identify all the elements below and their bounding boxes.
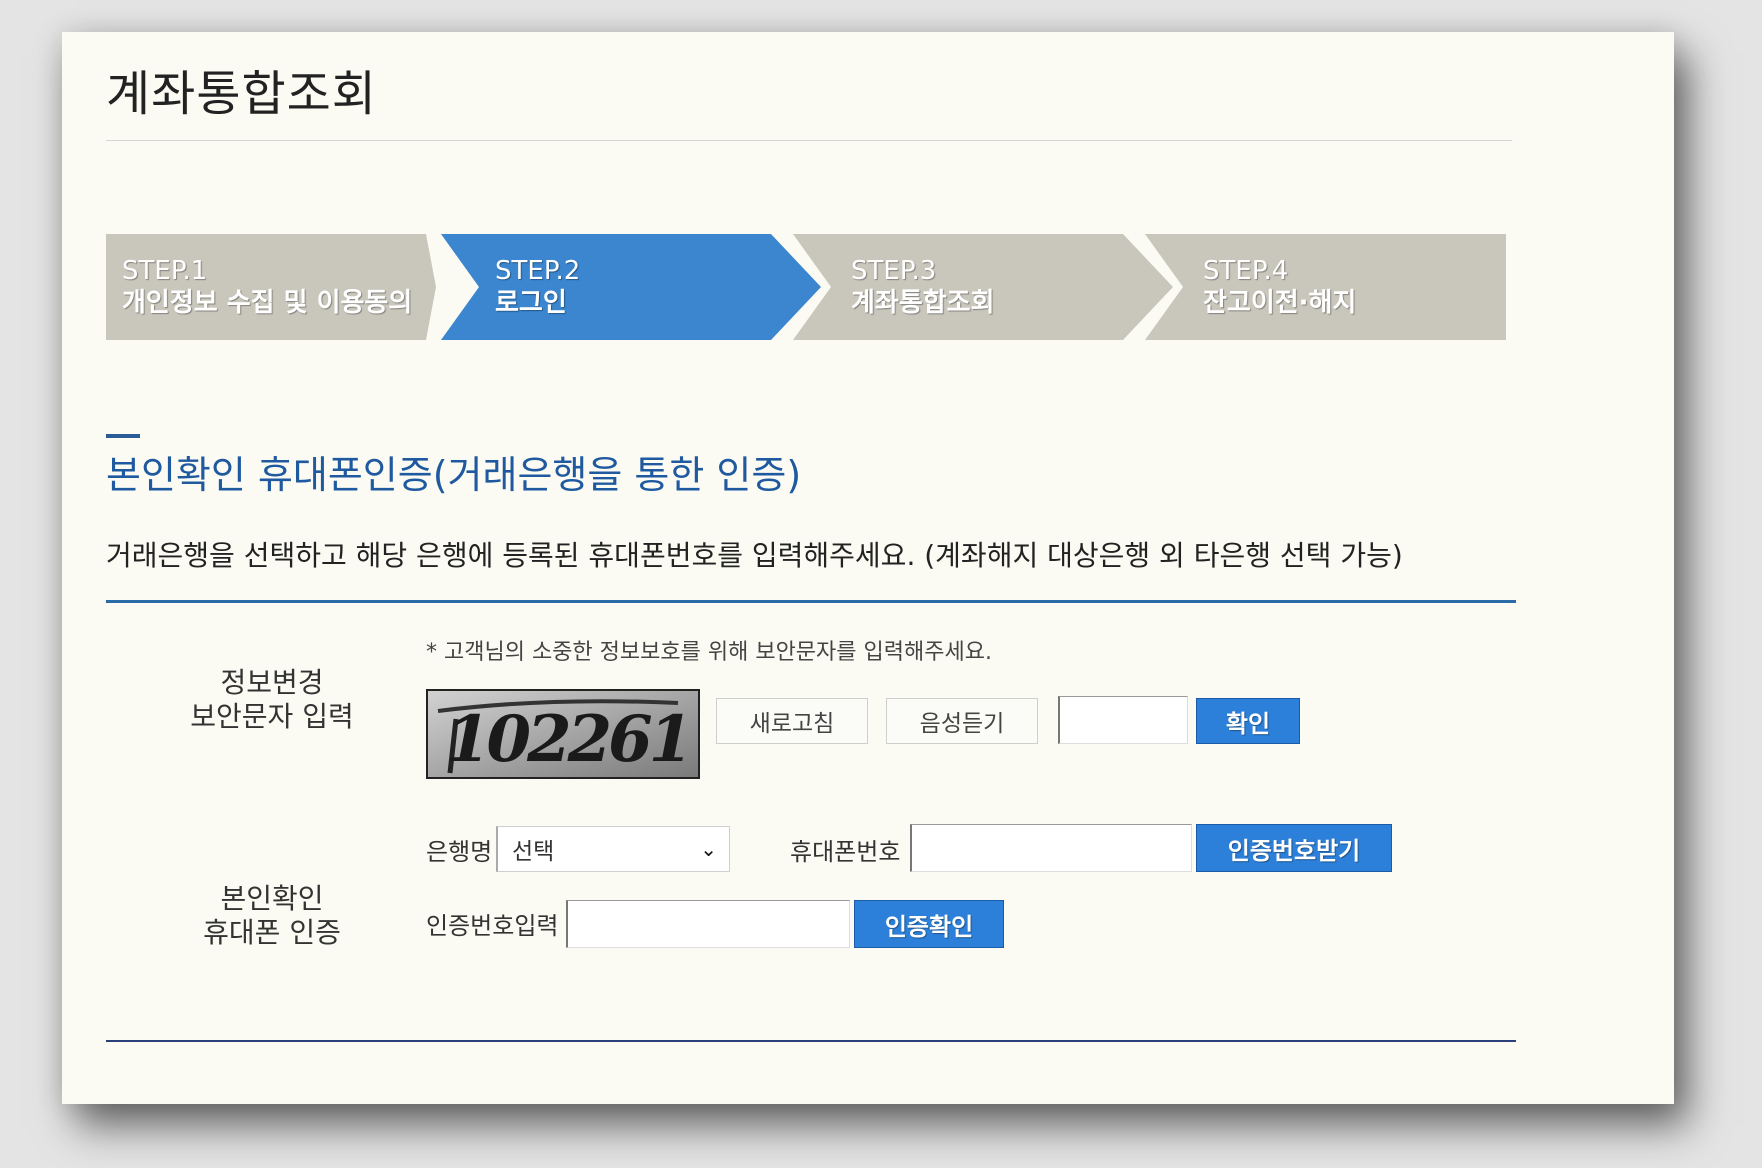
form-bottom-divider xyxy=(106,1040,1516,1042)
step-3: STEP.3 계좌통합조회 xyxy=(793,234,1173,340)
phone-auth-row-label-line1: 본인확인 xyxy=(220,882,324,915)
verify-code-button[interactable]: 인증확인 xyxy=(854,900,1004,948)
captcha-text: 102261 xyxy=(446,702,689,777)
phone-auth-row-label-line2: 휴대폰 인증 xyxy=(203,916,341,949)
step-1-label: 개인정보 수집 및 이용동의 xyxy=(122,288,413,318)
chevron-down-icon: ⌄ xyxy=(700,837,717,861)
page-card: 계좌통합조회 STEP.1 개인정보 수집 및 이용동의 STEP.3 계좌통합… xyxy=(62,32,1674,1104)
captcha-row-label: 정보변경 보안문자 입력 xyxy=(162,666,382,734)
step-2-label: 로그인 xyxy=(495,288,567,318)
bank-label: 은행명 xyxy=(426,838,493,866)
code-input[interactable] xyxy=(566,900,850,948)
step-4-number: STEP.4 xyxy=(1203,256,1289,286)
captcha-image: 102261 xyxy=(426,689,700,779)
captcha-input[interactable] xyxy=(1058,696,1188,744)
bank-select-value: 선택 xyxy=(512,839,555,865)
captcha-row-label-line2: 보안문자 입력 xyxy=(190,700,354,733)
section-title-marker xyxy=(106,434,140,438)
request-code-button[interactable]: 인증번호받기 xyxy=(1196,824,1392,872)
step-2-active: STEP.2 로그인 xyxy=(441,234,821,340)
captcha-audio-button[interactable]: 음성듣기 xyxy=(886,698,1038,744)
phone-number-input[interactable] xyxy=(910,824,1192,872)
page-title: 계좌통합조회 xyxy=(106,66,377,122)
captcha-confirm-button[interactable]: 확인 xyxy=(1196,698,1300,744)
step-1: STEP.1 개인정보 수집 및 이용동의 xyxy=(106,234,436,340)
section-description: 거래은행을 선택하고 해당 은행에 등록된 휴대폰번호를 입력해주세요. (계좌… xyxy=(106,539,1403,572)
step-4: STEP.4 잔고이전·해지 xyxy=(1145,234,1506,340)
step-3-label: 계좌통합조회 xyxy=(851,288,995,318)
title-divider xyxy=(106,140,1512,141)
phone-auth-row-label: 본인확인 휴대폰 인증 xyxy=(162,882,382,950)
step-2-number: STEP.2 xyxy=(495,256,581,286)
step-4-label: 잔고이전·해지 xyxy=(1203,288,1357,318)
section-title: 본인확인 휴대폰인증(거래은행을 통한 인증) xyxy=(106,453,802,497)
step-1-number: STEP.1 xyxy=(122,256,208,286)
captcha-note: * 고객님의 소중한 정보보호를 위해 보안문자를 입력해주세요. xyxy=(426,640,992,665)
captcha-refresh-button[interactable]: 새로고침 xyxy=(716,698,868,744)
captcha-row-label-line1: 정보변경 xyxy=(220,666,324,699)
step-progress: STEP.1 개인정보 수집 및 이용동의 STEP.3 계좌통합조회 STEP… xyxy=(106,234,1506,340)
bank-select[interactable]: 선택 ⌄ xyxy=(496,826,730,872)
form-top-divider xyxy=(106,600,1516,603)
phone-label: 휴대폰번호 xyxy=(790,838,901,866)
code-label: 인증번호입력 xyxy=(426,912,559,940)
step-3-number: STEP.3 xyxy=(851,256,937,286)
